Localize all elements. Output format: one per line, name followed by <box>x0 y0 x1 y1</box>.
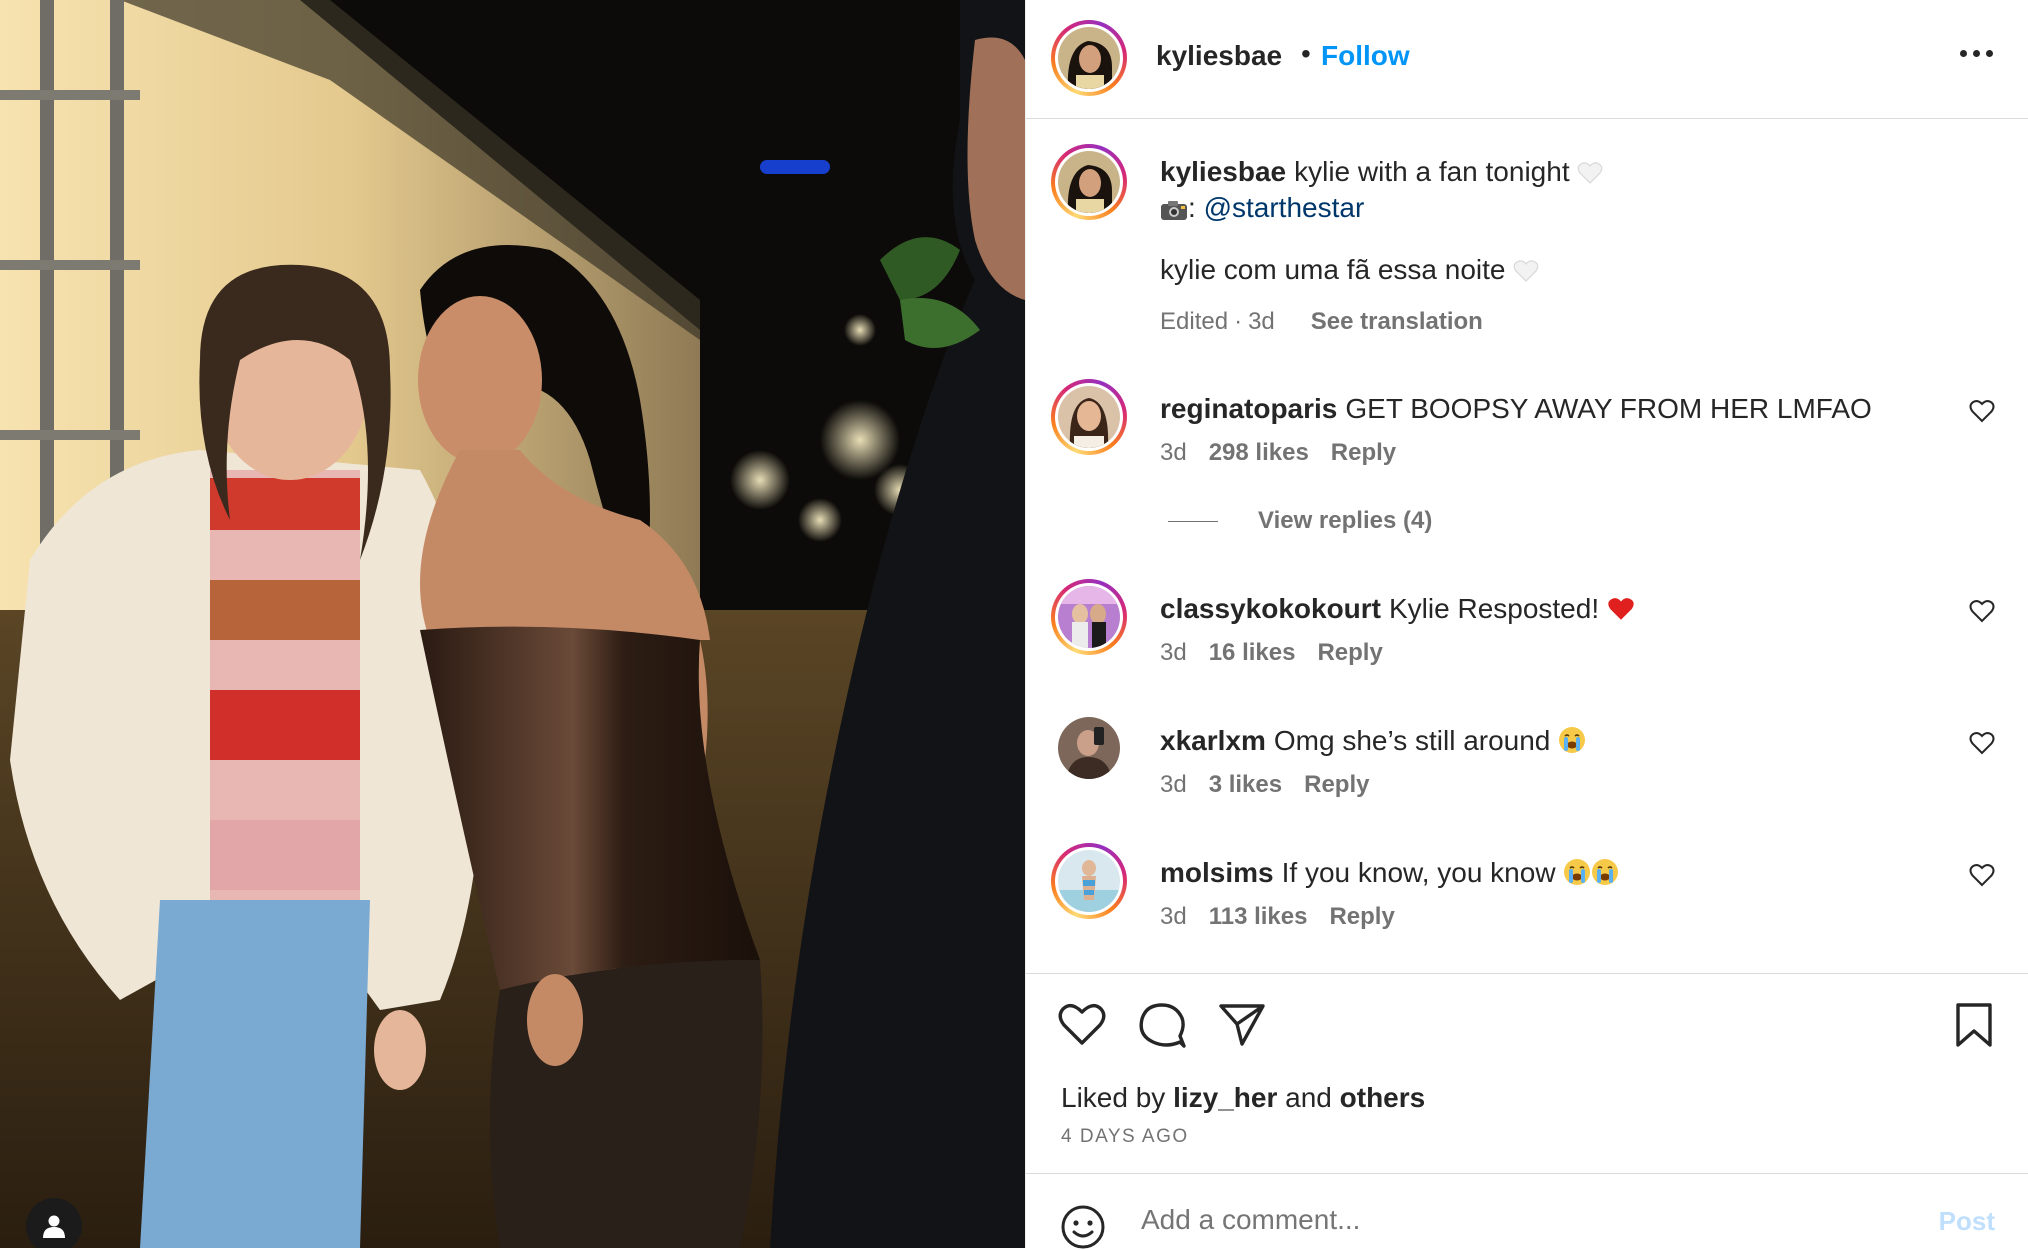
comment-like-icon[interactable] <box>1969 731 1995 755</box>
red-heart-icon <box>1608 598 1634 620</box>
header-separator: • <box>1301 38 1311 69</box>
reply-button[interactable]: Reply <box>1304 771 1369 798</box>
commenter-avatar[interactable] <box>1051 379 1127 455</box>
comment-username[interactable]: xkarlxm <box>1160 725 1266 756</box>
loudly-crying-face-icon <box>1564 859 1619 885</box>
heart-icon[interactable] <box>1058 1002 1106 1046</box>
comment-like-icon[interactable] <box>1969 863 1995 887</box>
comment-age: 3d <box>1160 439 1187 466</box>
caption-meta-dot: · <box>1234 308 1243 335</box>
see-translation-button[interactable]: See translation <box>1311 308 1483 335</box>
caption-text: kylie with a fan tonight <box>1294 156 1570 187</box>
user-tag-icon <box>43 1215 65 1238</box>
liked-by: Liked by lizy_her and others <box>1061 1082 1425 1114</box>
caption-meta: Edited · 3d See translation <box>1160 308 1505 336</box>
caption-translation: kylie com uma fã essa noite <box>1160 254 1506 285</box>
comment-row: xkarlxm Omg she’s still around 3d 3 likes R… <box>1026 711 2028 821</box>
liked-by-user[interactable]: lizy_her <box>1173 1082 1277 1113</box>
liked-by-mid: and <box>1285 1082 1332 1113</box>
comment-likes[interactable]: 113 likes <box>1209 903 1308 930</box>
author-avatar[interactable] <box>1051 20 1127 96</box>
comment-likes[interactable]: 16 likes <box>1209 639 1296 666</box>
reply-button[interactable]: Reply <box>1317 639 1382 666</box>
camera-icon <box>1161 201 1187 220</box>
comment-username[interactable]: molsims <box>1160 857 1274 888</box>
liked-by-prefix: Liked by <box>1061 1082 1166 1113</box>
caption-author-avatar[interactable] <box>1051 144 1127 220</box>
post-actions: Liked by lizy_her and others 4 DAYS AGO <box>1026 973 2028 1174</box>
post-comment-button[interactable]: Post <box>1939 1206 1995 1237</box>
comment-text: Kylie Resposted! <box>1389 593 1600 624</box>
user-tag-button[interactable] <box>26 1198 82 1248</box>
white-heart-icon <box>1513 260 1539 282</box>
comment-likes[interactable]: 3 likes <box>1209 771 1282 798</box>
photo-image <box>0 0 1025 1248</box>
caption-translation-block: kylie com uma fã essa noite <box>1160 252 1950 288</box>
comments-list[interactable]: kyliesbae kylie with a fan tonight : @sta… <box>1026 118 2028 973</box>
replies-divider <box>1168 520 1218 522</box>
comment-text: If you know, you know <box>1281 857 1556 888</box>
comment-like-icon[interactable] <box>1969 599 1995 623</box>
edited-label: Edited <box>1160 308 1229 335</box>
more-options-icon[interactable] <box>1960 50 1993 57</box>
caption-mention-link[interactable]: @starthestar <box>1204 192 1365 223</box>
comment-meta: 3d 113 likes Reply <box>1160 903 1417 931</box>
comment-likes[interactable]: 298 likes <box>1209 439 1309 466</box>
commenter-avatar[interactable] <box>1058 717 1120 779</box>
comment-meta: 3d 298 likes Reply <box>1160 439 1418 467</box>
commenter-avatar[interactable] <box>1051 579 1127 655</box>
caption-credit-prefix: : <box>1188 192 1196 223</box>
comment-like-icon[interactable] <box>1969 399 1995 423</box>
white-heart-icon <box>1578 162 1603 184</box>
view-replies-label: View replies (4) <box>1258 507 1433 534</box>
comment-meta: 3d 16 likes Reply <box>1160 639 1405 667</box>
bookmark-icon[interactable] <box>1954 1002 1994 1048</box>
comment-username[interactable]: classykokokourt <box>1160 593 1381 624</box>
comment-text: GET BOOPSY AWAY FROM HER LMFAO <box>1345 393 1872 424</box>
post-header: kyliesbae • Follow <box>1026 0 2028 119</box>
emoji-icon[interactable] <box>1060 1204 1106 1250</box>
comment-age: 3d <box>1160 903 1187 930</box>
loudly-crying-face-icon <box>1559 727 1586 753</box>
share-icon[interactable] <box>1218 1002 1266 1046</box>
caption-age: 3d <box>1248 308 1275 335</box>
caption: kyliesbae kylie with a fan tonight : @sta… <box>1026 144 2028 384</box>
author-username[interactable]: kyliesbae <box>1156 40 1282 72</box>
liked-by-others[interactable]: others <box>1340 1082 1426 1113</box>
post-side-panel: kyliesbae • Follow kyliesbae kylie with a… <box>1025 0 2028 1249</box>
comment-age: 3d <box>1160 639 1187 666</box>
comment-meta: 3d 3 likes Reply <box>1160 771 1391 799</box>
post-photo[interactable] <box>0 0 1025 1248</box>
reply-button[interactable]: Reply <box>1331 439 1396 466</box>
commenter-avatar[interactable] <box>1051 843 1127 919</box>
comment-row: molsims If you know, you know 3d 113 likes… <box>1026 843 2028 953</box>
post-timestamp[interactable]: 4 DAYS AGO <box>1061 1126 1189 1148</box>
reply-button[interactable]: Reply <box>1329 903 1394 930</box>
comment-composer: Post <box>1026 1173 2028 1249</box>
comment-username[interactable]: reginatoparis <box>1160 393 1337 424</box>
comment-input[interactable] <box>1141 1204 1841 1236</box>
comment-row: classykokokourt Kylie Resposted! 3d 16 lik… <box>1026 579 2028 689</box>
view-replies-button[interactable]: View replies (4) <box>1168 507 1432 535</box>
comment-row: reginatoparis GET BOOPSY AWAY FROM HER LM… <box>1026 379 2028 569</box>
comment-icon[interactable] <box>1138 1002 1186 1048</box>
comment-age: 3d <box>1160 771 1187 798</box>
follow-button[interactable]: Follow <box>1321 40 1410 72</box>
caption-username[interactable]: kyliesbae <box>1160 156 1286 187</box>
comment-text: Omg she’s still around <box>1273 725 1551 756</box>
